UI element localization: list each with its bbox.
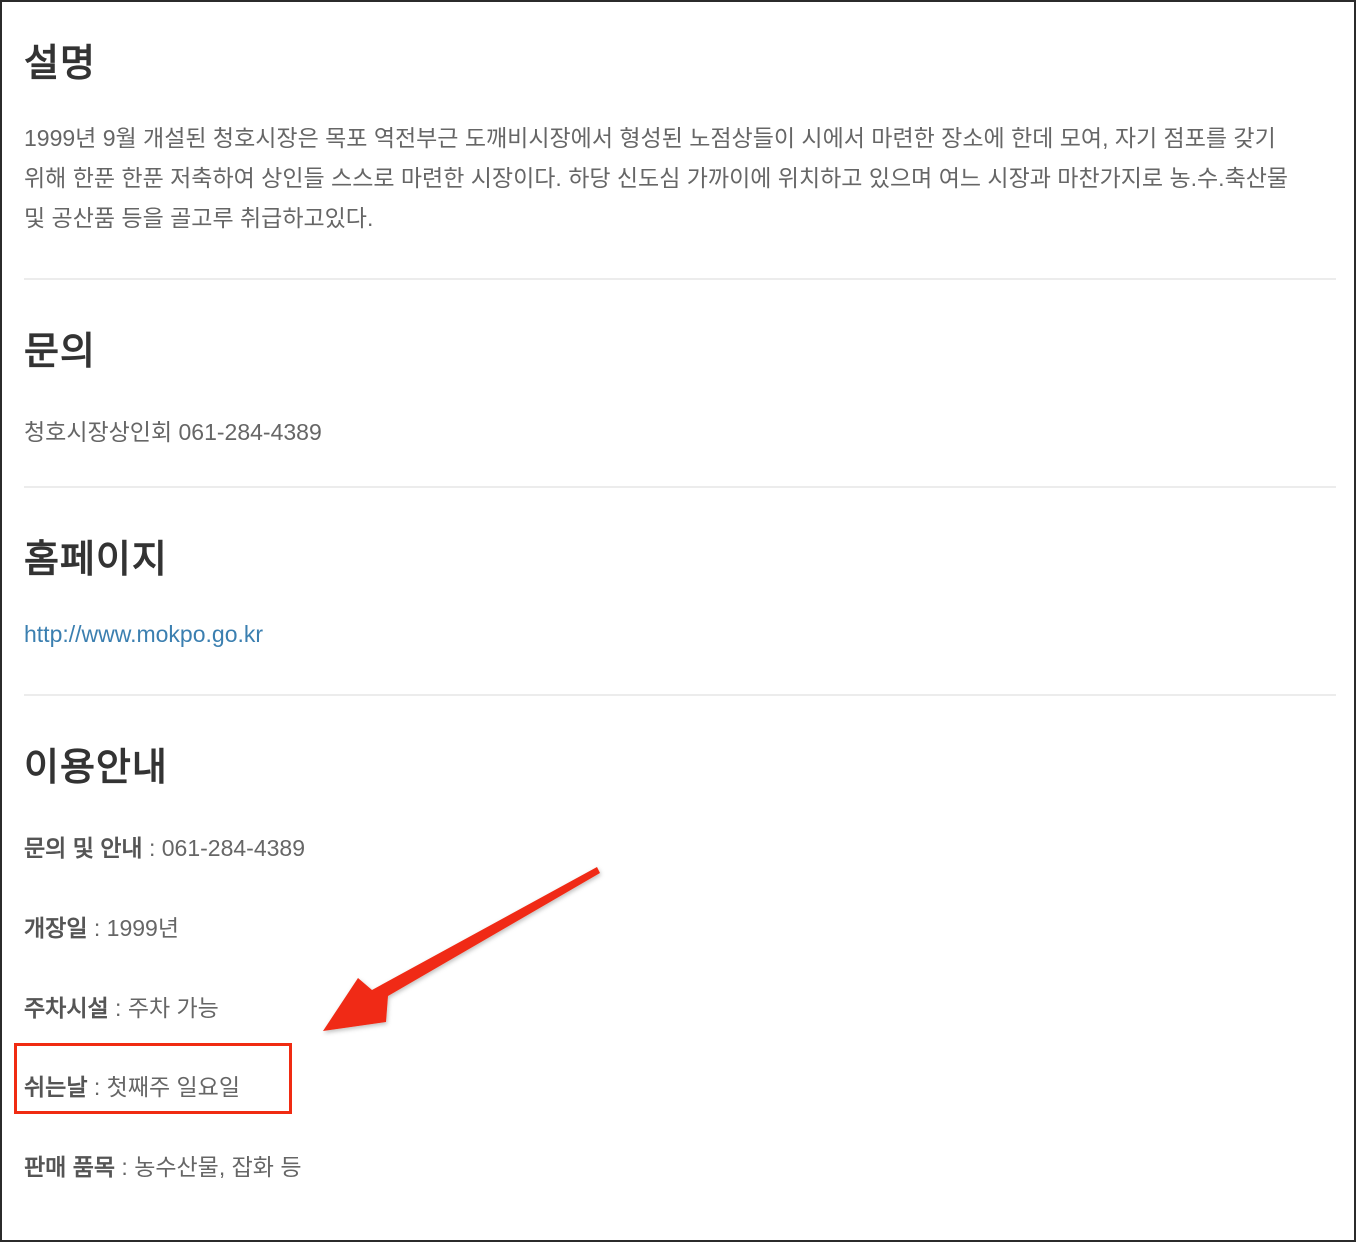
annotation-arrow-icon	[323, 867, 600, 1031]
